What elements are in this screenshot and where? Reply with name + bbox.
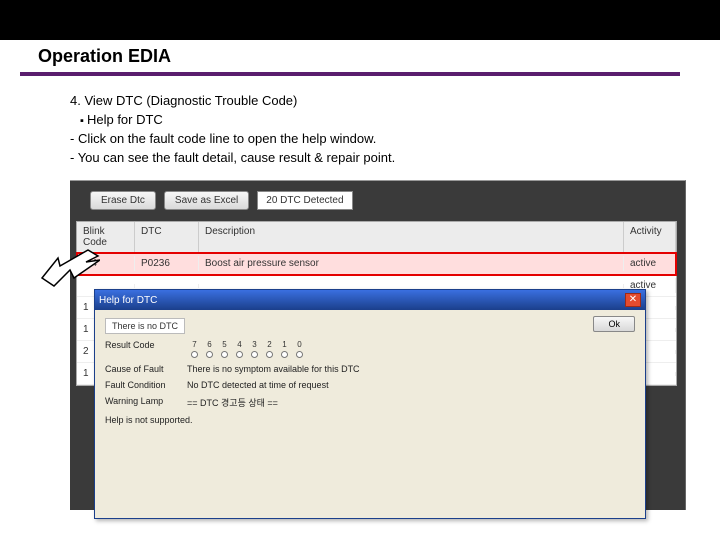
result-label: Result Code	[105, 340, 187, 358]
cause-label: Cause of Fault	[105, 364, 187, 374]
bit-label: 3	[252, 340, 256, 349]
bit-label: 7	[192, 340, 196, 349]
bit-dot	[206, 351, 213, 358]
lamp-label: Warning Lamp	[105, 396, 187, 409]
result-bits: 7 6 5 4 3 2 1 0	[191, 340, 303, 358]
cause-value: There is no symptom available for this D…	[187, 364, 635, 374]
step-line: 4. View DTC (Diagnostic Trouble Code)	[70, 92, 395, 111]
bit-label: 6	[207, 340, 211, 349]
col-activity: Activity	[624, 222, 676, 252]
modal-title: Help for DTC	[99, 295, 625, 306]
cond-value: No DTC detected at time of request	[187, 380, 635, 390]
table-row[interactable]: 1.4 P0236 Boost air pressure sensor acti…	[77, 253, 676, 275]
title-underline	[20, 72, 680, 76]
sub-line: Help for DTC	[80, 111, 395, 130]
bit-label: 2	[267, 340, 271, 349]
save-excel-button[interactable]: Save as Excel	[164, 191, 249, 210]
note-1: - Click on the fault code line to open t…	[70, 130, 395, 149]
lamp-value: == DTC 경고등 상태 ==	[187, 396, 635, 409]
bit-label: 4	[237, 340, 241, 349]
table-header: Blink Code DTC Description Activity	[77, 222, 676, 253]
bit-dot	[266, 351, 273, 358]
bit-label: 1	[282, 340, 286, 349]
slide-top-bar	[0, 0, 720, 40]
cell-desc: Boost air pressure sensor	[199, 256, 624, 271]
bit-dot	[251, 351, 258, 358]
cell-act: active	[624, 256, 676, 271]
help-note: Help is not supported.	[105, 415, 635, 425]
bit-label: 0	[297, 340, 301, 349]
bit-dot	[296, 351, 303, 358]
slide-body: 4. View DTC (Diagnostic Trouble Code) He…	[70, 92, 395, 167]
ok-button[interactable]: Ok	[593, 316, 635, 332]
bit-label: 5	[222, 340, 226, 349]
modal-titlebar[interactable]: Help for DTC ✕	[95, 290, 645, 310]
app-window: Erase Dtc Save as Excel 20 DTC Detected …	[70, 180, 686, 510]
cell-desc	[199, 284, 624, 288]
help-modal: Help for DTC ✕ Ok There is no DTC Result…	[94, 289, 646, 519]
toolbar: Erase Dtc Save as Excel 20 DTC Detected	[90, 191, 353, 210]
bit-dot	[236, 351, 243, 358]
erase-dtc-button[interactable]: Erase Dtc	[90, 191, 156, 210]
note-2: - You can see the fault detail, cause re…	[70, 149, 395, 168]
bit-dot	[191, 351, 198, 358]
dtc-count-box: 20 DTC Detected	[257, 191, 352, 210]
col-desc: Description	[199, 222, 624, 252]
cond-label: Fault Condition	[105, 380, 187, 390]
bit-dot	[281, 351, 288, 358]
close-icon[interactable]: ✕	[625, 293, 641, 307]
modal-body: Ok There is no DTC Result Code 7 6 5 4 3…	[95, 310, 645, 439]
cell-dtc	[135, 284, 199, 288]
callout-arrow-icon	[40, 248, 100, 288]
no-dtc-box: There is no DTC	[105, 318, 185, 334]
cell-dtc: P0236	[135, 256, 199, 271]
bit-dot	[221, 351, 228, 358]
slide-title: Operation EDIA	[38, 46, 171, 67]
col-dtc: DTC	[135, 222, 199, 252]
